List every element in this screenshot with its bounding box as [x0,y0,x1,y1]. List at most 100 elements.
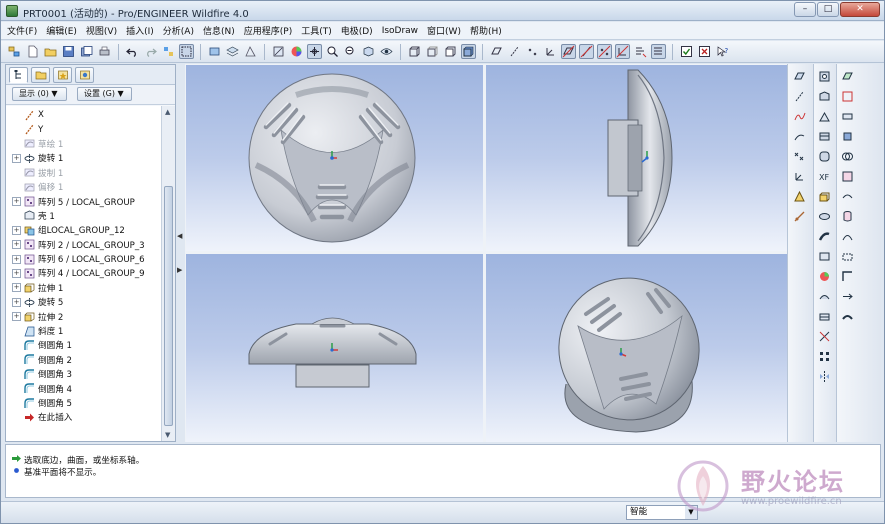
menu-applications[interactable]: 应用程序(P) [244,24,292,37]
maximize-button[interactable]: □ [817,2,839,17]
spin-center-icon[interactable] [307,44,322,59]
datum-plane-tool-icon[interactable] [792,69,807,84]
extrude-tool-icon[interactable] [817,189,832,204]
open-folder-icon[interactable] [43,44,58,59]
datum-axes-icon[interactable] [507,44,522,59]
expand-icon[interactable]: + [12,283,21,293]
blend-tool-icon[interactable] [817,249,832,264]
tree-item[interactable]: X [6,108,162,122]
menu-edit[interactable]: 编辑(E) [46,24,77,37]
expand-right-icon[interactable]: ▶ [177,266,182,274]
pattern-tool-icon[interactable] [817,349,832,364]
tree-item[interactable]: 拔制 1 [6,166,162,180]
tree-item[interactable]: 偏移 1 [6,180,162,194]
style-tool-icon[interactable] [817,269,832,284]
datum-display-icon[interactable] [243,44,258,59]
spin-center-display-icon[interactable] [651,44,666,59]
tree-item[interactable]: Y [6,122,162,136]
menu-window[interactable]: 窗口(W) [427,24,461,37]
save-copy-icon[interactable] [79,44,94,59]
csys-display-icon[interactable] [615,44,630,59]
viewport-top[interactable] [186,254,483,442]
tree-item[interactable]: + 旋转 5 [6,295,162,309]
cancel-icon[interactable] [697,44,712,59]
wrap-tool-icon[interactable] [840,189,855,204]
refit-icon[interactable] [271,44,286,59]
tree-item[interactable]: + 阵列 5 / LOCAL_GROUP [6,194,162,208]
tree-item[interactable]: 倒圆角 1 [6,338,162,352]
tab-connections[interactable] [75,67,94,83]
tab-favorites[interactable] [53,67,72,83]
save-icon[interactable] [61,44,76,59]
tree-item[interactable]: 倒圆角 5 [6,396,162,410]
no-hidden-icon[interactable] [443,44,458,59]
tab-folder-browser[interactable] [31,67,50,83]
rib-tool-icon[interactable] [817,109,832,124]
layers-icon[interactable] [225,44,240,59]
expand-icon[interactable]: + [12,268,21,278]
datum-points-icon[interactable] [525,44,540,59]
plane-display-icon[interactable] [561,44,576,59]
curve-tool-icon[interactable] [840,229,855,244]
point-display-icon[interactable] [597,44,612,59]
zoom-in-icon[interactable] [325,44,340,59]
project-tool-icon[interactable] [840,169,855,184]
expand-icon[interactable]: + [12,254,21,264]
tree-item[interactable]: + 旋转 1 [6,151,162,165]
sketch-tool-icon[interactable] [792,129,807,144]
redo-icon[interactable] [143,44,158,59]
relation-tool-icon[interactable] [792,209,807,224]
menu-electrode[interactable]: 电极(D) [341,24,373,37]
selection-box-icon[interactable] [179,44,194,59]
toroidal-bend-icon[interactable] [840,309,855,324]
expand-icon[interactable]: + [12,240,21,250]
tree-item[interactable]: + 阵列 4 / LOCAL_GROUP_9 [6,266,162,280]
zoom-out-icon[interactable] [343,44,358,59]
settings-dropdown[interactable]: 设置 (G) ▼ [77,87,132,101]
viewport-side[interactable] [486,65,787,251]
mirror-tool-icon[interactable] [817,369,832,384]
menu-isodraw[interactable]: IsoDraw [382,26,418,36]
new-file-icon[interactable] [25,44,40,59]
repaint-icon[interactable] [207,44,222,59]
hidden-line-icon[interactable] [425,44,440,59]
panel-splitter[interactable]: ◀ ▶ [176,64,185,442]
menu-help[interactable]: 帮助(H) [470,24,502,37]
expand-icon[interactable]: + [12,297,21,307]
tree-item[interactable]: 倒圆角 2 [6,353,162,367]
cylinder-tool-icon[interactable] [840,209,855,224]
surface-tool-icon[interactable] [840,69,855,84]
tree-item[interactable]: + 拉伸 2 [6,309,162,323]
hole-tool-icon[interactable] [817,69,832,84]
expand-icon[interactable]: + [12,225,21,235]
wireframe-icon[interactable] [407,44,422,59]
regenerate-icon[interactable] [161,44,176,59]
axis-display-icon[interactable] [579,44,594,59]
scroll-up-icon[interactable]: ▲ [165,108,170,116]
solidify-tool-icon[interactable] [840,129,855,144]
tree-item[interactable]: 倒圆角 4 [6,381,162,395]
shell-tool-icon[interactable] [817,89,832,104]
show-dropdown[interactable]: 显示 (0) ▼ [12,87,67,101]
datum-point-tool-icon[interactable] [792,149,807,164]
round-tool-icon[interactable] [817,149,832,164]
view-orient-icon[interactable] [361,44,376,59]
intersect-tool-icon[interactable] [840,149,855,164]
revolve-tool-icon[interactable] [817,209,832,224]
accept-icon[interactable] [679,44,694,59]
draft-tool-icon[interactable] [817,129,832,144]
menu-file[interactable]: 文件(F) [7,24,37,37]
tree-item[interactable]: + 拉伸 1 [6,281,162,295]
expand-icon[interactable]: + [12,153,21,163]
chamfer-tool-icon[interactable]: XF [817,169,832,184]
menu-view[interactable]: 视图(V) [86,24,117,37]
appearance-icon[interactable] [289,44,304,59]
offset-tool-icon[interactable] [840,89,855,104]
expand-icon[interactable]: + [12,312,21,322]
menu-insert[interactable]: 插入(I) [126,24,154,37]
tree-item[interactable]: + 阵列 2 / LOCAL_GROUP_3 [6,238,162,252]
saved-views-icon[interactable] [379,44,394,59]
tree-item[interactable]: 壳 1 [6,209,162,223]
undo-icon[interactable] [125,44,140,59]
selection-filter-dropdown[interactable]: 智能 ▼ [626,505,698,520]
